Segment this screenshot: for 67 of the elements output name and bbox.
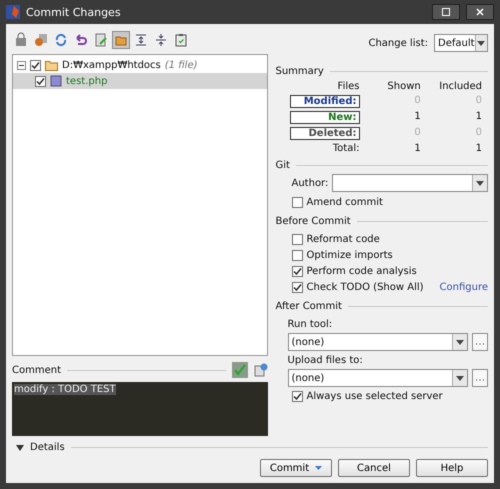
column-header: Files [336,81,360,92]
folder-icon [45,60,58,70]
tree-row[interactable]: D:₩xampp₩htdocs (1 file) [13,57,266,73]
expand-icon[interactable] [16,444,24,450]
section-title: Summary [276,66,324,77]
change-list-label: Change list: [368,38,428,48]
field-label: Run tool: [288,318,332,330]
php-file-icon [50,75,62,87]
dropdown[interactable]: (none) [288,333,468,351]
author-field[interactable] [332,174,488,192]
included-count: 0 [474,95,482,108]
file-name: D:₩xampp₩htdocs [62,60,161,70]
comment-field[interactable]: modify : TODO TEST [12,382,268,436]
window-title: Commit Changes [26,6,122,18]
shown-count: 1 [413,143,421,154]
checkbox-label: Optimize imports [306,250,393,260]
checkbox[interactable] [292,282,302,292]
dialog-button[interactable]: Help [416,459,488,477]
configure-link[interactable]: Configure [440,282,488,292]
author-label: Author: [292,178,328,188]
dropdown[interactable]: (none) [288,369,468,387]
checkbox-label: Perform code analysis [306,266,417,276]
shown-count: 0 [413,95,421,108]
checkbox-label: Always use selected server [306,390,443,402]
file-name: test.php [66,76,108,86]
checkbox-label: Reformat code [306,234,380,244]
checkbox[interactable] [292,196,302,208]
diff-icon[interactable] [32,31,50,49]
details-label[interactable]: Details [30,442,65,453]
history-icon[interactable] [254,363,268,377]
included-count: 1 [474,143,482,154]
dialog-button[interactable]: Cancel [338,459,410,477]
checkbox[interactable] [35,76,46,86]
tree-row[interactable]: test.php [13,73,266,89]
app-icon [6,5,20,19]
column-header: Shown [386,81,421,92]
included-count: 0 [474,127,482,140]
close-icon[interactable] [476,8,484,16]
comment-label: Comment [12,364,61,376]
restore-button[interactable] [432,4,460,20]
spellcheck-icon[interactable] [232,362,248,378]
restore-icon[interactable] [442,8,450,16]
collapse-icon[interactable] [17,60,26,70]
section-title: Before Commit [276,216,351,227]
checkbox[interactable] [292,266,302,276]
change-list-dropdown[interactable]: Default [434,34,488,52]
shown-count: 0 [413,127,421,140]
column-header: Included [438,81,482,92]
section-title: After Commit [276,301,342,312]
checkbox[interactable] [292,250,302,260]
close-button[interactable] [466,4,494,20]
checkbox[interactable] [30,60,41,70]
checkbox-label: Amend commit [306,196,383,208]
total-label: Total: [332,143,360,154]
field-label: Upload files to: [288,354,363,366]
checkbox[interactable] [292,390,302,402]
file-count: (1 file) [164,60,198,70]
checkbox[interactable] [292,234,302,244]
commit-button[interactable]: Commit [260,459,332,477]
included-count: 1 [474,111,482,124]
shown-count: 1 [413,111,421,124]
change-type-label: Modified: [290,95,360,108]
section-title: Git [276,160,290,171]
caret-icon[interactable] [315,466,322,470]
checkbox-label: Check TODO (Show All) [306,282,424,292]
change-type-label: Deleted: [290,127,360,140]
change-type-label: New: [290,111,360,124]
